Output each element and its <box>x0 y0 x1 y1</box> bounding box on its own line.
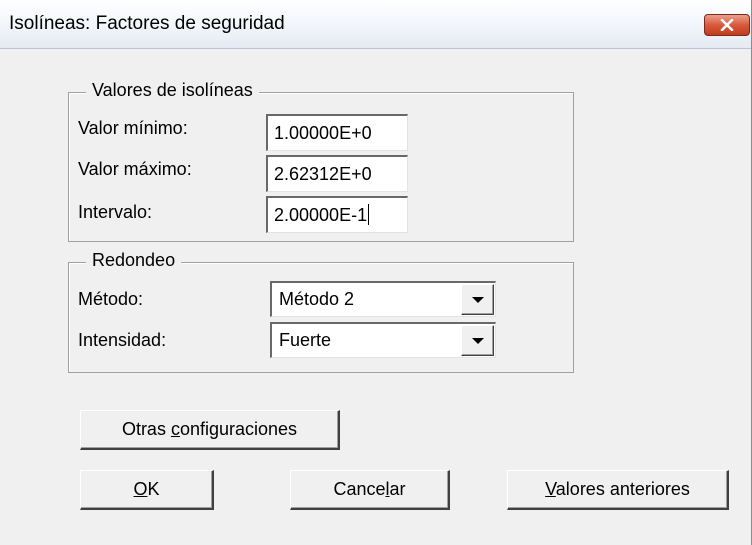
max-value-label: Valor máximo: <box>78 159 192 179</box>
ok-label: OK <box>133 479 160 499</box>
intensity-select[interactable]: Fuerte <box>270 322 496 358</box>
cancel-label: Cancelar <box>333 479 406 499</box>
text-cursor <box>368 204 370 225</box>
chevron-down-icon <box>471 337 484 344</box>
cancel-button[interactable]: Cancelar <box>290 470 450 510</box>
isolines-values-legend: Valores de isolíneas <box>86 80 259 101</box>
window-title: Isolíneas: Factores de seguridad <box>9 13 285 34</box>
intensity-label: Intensidad: <box>78 330 167 350</box>
interval-input[interactable]: 2.00000E-1 <box>266 196 408 233</box>
method-dropdown-button[interactable] <box>461 284 494 315</box>
method-label: Método: <box>78 289 144 309</box>
min-value-label: Valor mínimo: <box>78 118 188 138</box>
method-select[interactable]: Método 2 <box>270 281 496 317</box>
dialog-window: Isolíneas: Factores de seguridad Valores… <box>0 0 752 545</box>
interval-value: 2.00000E-1 <box>274 205 368 225</box>
close-icon <box>720 19 734 31</box>
close-button[interactable] <box>704 14 750 36</box>
max-value-input[interactable]: 2.62312E+0 <box>266 155 408 192</box>
previous-values-label: Valores anteriores <box>545 479 690 499</box>
method-selected-value: Método 2 <box>279 289 355 309</box>
title-bar[interactable]: Isolíneas: Factores de seguridad <box>0 0 751 49</box>
intensity-selected-value: Fuerte <box>279 330 332 350</box>
ok-button[interactable]: OK <box>80 470 214 510</box>
other-settings-label: Otras configuraciones <box>121 419 298 439</box>
previous-values-button[interactable]: Valores anteriores <box>507 470 729 510</box>
other-settings-button[interactable]: Otras configuraciones <box>80 410 340 450</box>
interval-label: Intervalo: <box>78 202 153 222</box>
intensity-dropdown-button[interactable] <box>461 325 494 356</box>
min-value-input[interactable]: 1.00000E+0 <box>266 114 408 151</box>
chevron-down-icon <box>471 296 484 303</box>
rounding-legend: Redondeo <box>86 250 182 271</box>
